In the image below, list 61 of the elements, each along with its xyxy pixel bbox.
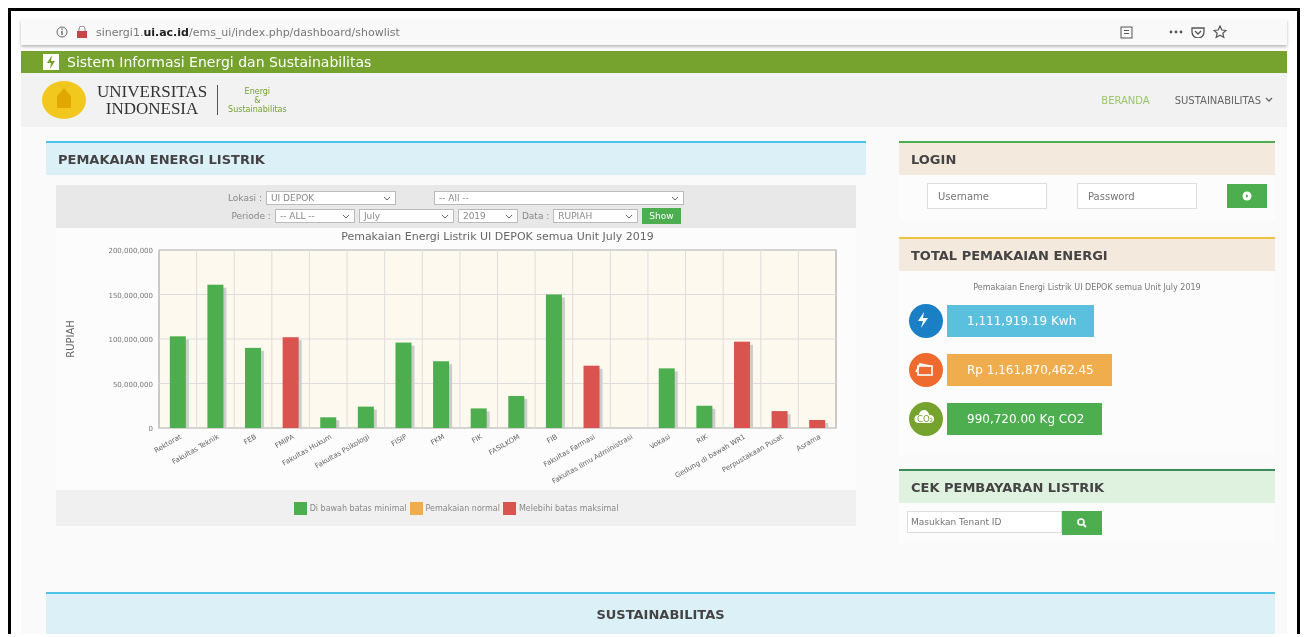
logo-subtitle: Sustainabilitas	[228, 104, 287, 114]
star-icon[interactable]	[1213, 25, 1227, 39]
password-field[interactable]: Password	[1077, 183, 1197, 209]
logo-subtitle: Energi	[244, 86, 271, 96]
caret-icon	[1265, 97, 1273, 103]
pocket-icon[interactable]	[1191, 26, 1205, 38]
login-button[interactable]	[1227, 184, 1267, 208]
lightning-icon	[909, 304, 943, 338]
caption: Pemakaian Energi Listrik UI DEPOK semua Unit July 2019	[972, 283, 1202, 292]
bar	[320, 417, 337, 428]
filter-label: Data :	[521, 211, 550, 221]
bar	[696, 405, 713, 428]
university-logo-icon	[41, 80, 87, 120]
panel-title: PEMAKAIAN ENERGI LISTRIK	[46, 141, 866, 175]
logo-subtitle: &	[254, 95, 261, 105]
stat-value: 1,111,919.19 Kwh	[947, 305, 1095, 337]
show-button[interactable]: Show	[642, 208, 681, 224]
panel-title: TOTAL PEMAKAIAN ENERGI	[899, 237, 1275, 271]
panel-title: CEK PEMBAYARAN LISTRIK	[899, 469, 1275, 503]
money-icon	[909, 353, 943, 387]
legend-label[interactable]: Di bawah batas minimal	[309, 503, 407, 513]
search-button[interactable]	[1062, 511, 1102, 535]
info-icon[interactable]	[56, 26, 68, 38]
legend-label[interactable]: Melebihi batas maksimal	[518, 503, 619, 513]
dropdown[interactable]: -- All --	[434, 191, 684, 205]
nav-link[interactable]: SUSTAINABILITAS	[1174, 94, 1273, 106]
section-title: SUSTAINABILITAS	[46, 592, 1275, 634]
bar	[809, 420, 826, 428]
dropdown[interactable]: July	[358, 209, 454, 223]
dropdown[interactable]: 2019	[457, 209, 518, 223]
lightning-icon	[43, 54, 59, 70]
tenant-id-field[interactable]: Masukkan Tenant ID	[907, 511, 1062, 533]
cloud-icon: CO₂	[909, 402, 943, 436]
site-title: Sistem Informasi Energi dan Sustainabilitas	[67, 54, 372, 70]
stat-value: Rp 1,161,870,462.45	[947, 354, 1112, 386]
caret-icon	[625, 213, 634, 219]
caret-icon	[671, 195, 679, 201]
stat-value: 990,720.00 Kg CO2	[947, 403, 1103, 435]
filter-label: Lokasi :	[228, 193, 262, 203]
caret-icon	[504, 213, 513, 219]
arrow-circle-icon	[1242, 191, 1252, 201]
more-icon[interactable]	[1169, 30, 1183, 34]
search-icon	[1077, 518, 1087, 528]
filter-label: Periode :	[231, 211, 271, 221]
logo-text: INDONESIA	[105, 100, 199, 117]
caret-icon	[440, 213, 449, 219]
caret-icon	[383, 195, 391, 201]
logo-text: UNIVERSITAS	[97, 83, 208, 100]
dropdown[interactable]: -- ALL --	[274, 209, 355, 223]
bar	[433, 361, 450, 428]
panel-title: LOGIN	[899, 141, 1275, 175]
username-field[interactable]: Username	[927, 183, 1047, 209]
dropdown[interactable]: UI DEPOK	[266, 191, 396, 205]
legend-label[interactable]: Pemakaian normal	[425, 503, 500, 513]
bar	[508, 395, 525, 428]
axis-title: RUPIAH	[65, 320, 76, 358]
lock-icon[interactable]	[76, 26, 88, 38]
dropdown[interactable]: RUPIAH	[553, 209, 639, 223]
caret-icon	[341, 213, 350, 219]
chart-title: Pemakaian Energi Listrik UI DEPOK semua Unit July 2019	[341, 230, 654, 243]
reader-view-icon[interactable]	[1120, 25, 1133, 39]
